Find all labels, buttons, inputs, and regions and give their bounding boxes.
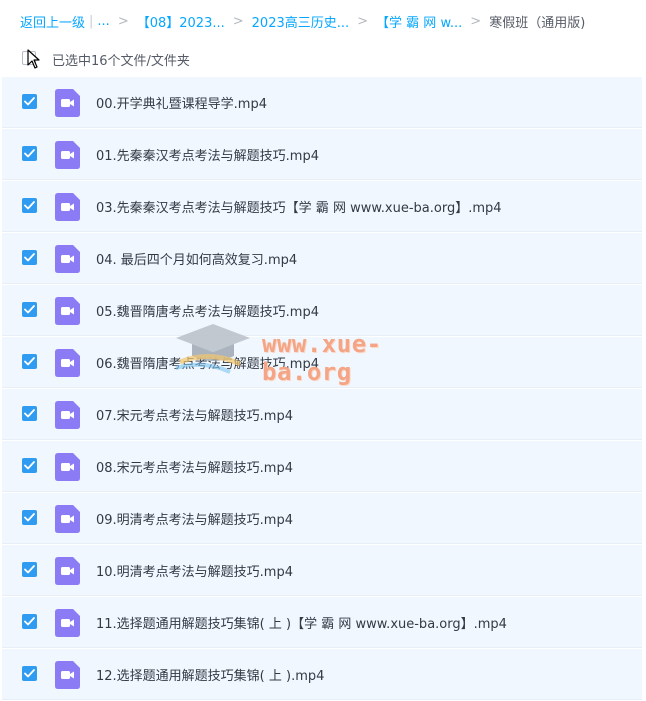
file-name[interactable]: 10.明清考点考法与解题技巧.mp4 (96, 561, 293, 580)
file-name[interactable]: 01.先秦秦汉考点考法与解题技巧.mp4 (96, 145, 319, 164)
video-file-icon (55, 453, 80, 481)
breadcrumb-item-xueba[interactable]: 【学 霸 网 w... (376, 12, 462, 31)
file-row[interactable]: 00.开学典礼暨课程导学.mp4 (2, 77, 642, 128)
breadcrumb-ellipsis[interactable]: ... (97, 14, 109, 29)
breadcrumb-divider: | (89, 13, 94, 29)
breadcrumb-separator: > (470, 13, 482, 29)
file-row[interactable]: 10.明清考点考法与解题技巧.mp4 (2, 545, 642, 596)
file-checkbox[interactable] (22, 614, 37, 629)
file-checkbox[interactable] (22, 250, 37, 265)
file-name[interactable]: 08.宋元考点考法与解题技巧.mp4 (96, 457, 293, 476)
file-checkbox[interactable] (22, 94, 37, 109)
file-name[interactable]: 11.选择题通用解题技巧集锦( 上 )【学 霸 网 www.xue-ba.org… (96, 613, 507, 632)
video-file-icon (55, 89, 80, 117)
file-checkbox[interactable] (22, 198, 37, 213)
checkmark-icon (24, 357, 35, 366)
file-name[interactable]: 03.先秦秦汉考点考法与解题技巧【学 霸 网 www.xue-ba.org】.m… (96, 197, 502, 216)
checkmark-icon (24, 617, 35, 626)
file-list: 00.开学典礼暨课程导学.mp4 01.先秦秦汉考点考法与解题技巧.mp4 03.先… (2, 77, 642, 701)
file-row[interactable]: 09.明清考点考法与解题技巧.mp4 (2, 493, 642, 544)
breadcrumb: 返回上一级 | ... > 【08】2023... > 2023高三历史... … (20, 0, 640, 42)
video-file-icon (55, 349, 80, 377)
checkmark-icon (24, 97, 35, 106)
video-file-icon (55, 505, 80, 533)
file-checkbox[interactable] (22, 562, 37, 577)
selection-bar: 已选中16个文件/文件夹 (0, 42, 646, 74)
video-file-icon (55, 609, 80, 637)
checkmark-icon (24, 669, 35, 678)
video-file-icon (55, 245, 80, 273)
file-row[interactable]: 12.选择题通用解题技巧集锦( 上 ).mp4 (2, 649, 642, 700)
video-file-icon (55, 557, 80, 585)
mouse-cursor-icon (27, 49, 40, 69)
file-row[interactable]: 07.宋元考点考法与解题技巧.mp4 (2, 389, 642, 440)
file-row[interactable]: 11.选择题通用解题技巧集锦( 上 )【学 霸 网 www.xue-ba.org… (2, 597, 642, 648)
file-row[interactable]: 04. 最后四个月如何高效复习.mp4 (2, 233, 642, 284)
checkmark-icon (24, 253, 35, 262)
file-checkbox[interactable] (22, 354, 37, 369)
breadcrumb-item-history[interactable]: 2023高三历史... (252, 12, 349, 31)
checkmark-icon (24, 513, 35, 522)
file-row[interactable]: 01.先秦秦汉考点考法与解题技巧.mp4 (2, 129, 642, 180)
checkmark-icon (24, 461, 35, 470)
file-name[interactable]: 00.开学典礼暨课程导学.mp4 (96, 93, 267, 112)
checkmark-icon (24, 565, 35, 574)
file-name[interactable]: 05.魏晋隋唐考点考法与解题技巧.mp4 (96, 301, 319, 320)
file-row[interactable]: 06.魏晋隋唐考点考法与解题技巧.mp4 (2, 337, 642, 388)
breadcrumb-item-08[interactable]: 【08】2023... (137, 12, 225, 31)
file-name[interactable]: 09.明清考点考法与解题技巧.mp4 (96, 509, 293, 528)
video-file-icon (55, 193, 80, 221)
back-link[interactable]: 返回上一级 (20, 12, 85, 31)
file-row[interactable]: 03.先秦秦汉考点考法与解题技巧【学 霸 网 www.xue-ba.org】.m… (2, 181, 642, 232)
breadcrumb-separator: > (117, 13, 129, 29)
file-name[interactable]: 06.魏晋隋唐考点考法与解题技巧.mp4 (96, 353, 319, 372)
checkmark-icon (24, 201, 35, 210)
video-file-icon (55, 661, 80, 689)
breadcrumb-separator: > (357, 13, 369, 29)
checkmark-icon (24, 149, 35, 158)
video-file-icon (55, 297, 80, 325)
file-name[interactable]: 04. 最后四个月如何高效复习.mp4 (96, 249, 297, 268)
file-checkbox[interactable] (22, 302, 37, 317)
file-row[interactable]: 05.魏晋隋唐考点考法与解题技巧.mp4 (2, 285, 642, 336)
file-row[interactable]: 08.宋元考点考法与解题技巧.mp4 (2, 441, 642, 492)
checkmark-icon (24, 305, 35, 314)
file-name[interactable]: 07.宋元考点考法与解题技巧.mp4 (96, 405, 293, 424)
breadcrumb-separator: > (232, 13, 244, 29)
breadcrumb-current: 寒假班（通用版) (489, 15, 586, 31)
video-file-icon (55, 401, 80, 429)
file-checkbox[interactable] (22, 510, 37, 525)
checkmark-icon (24, 409, 35, 418)
file-checkbox[interactable] (22, 458, 37, 473)
video-file-icon (55, 141, 80, 169)
selection-count-label: 已选中16个文件/文件夹 (52, 54, 190, 69)
file-checkbox[interactable] (22, 146, 37, 161)
file-checkbox[interactable] (22, 406, 37, 421)
file-checkbox[interactable] (22, 666, 37, 681)
file-name[interactable]: 12.选择题通用解题技巧集锦( 上 ).mp4 (96, 665, 324, 684)
